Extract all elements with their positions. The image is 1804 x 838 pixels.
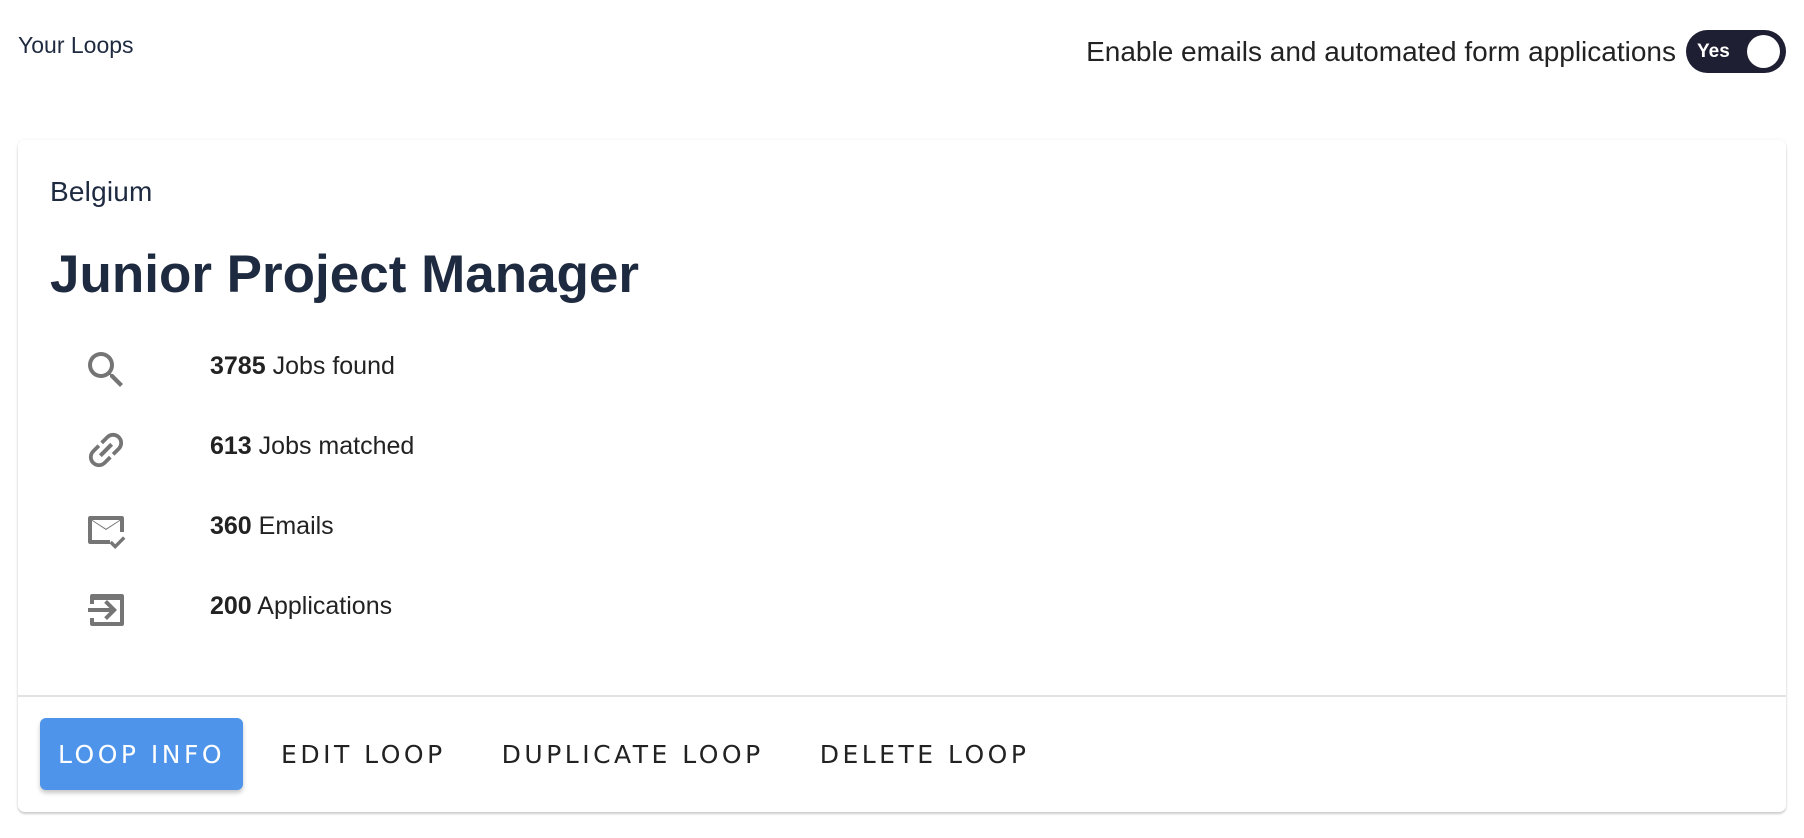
duplicate-loop-button[interactable]: Duplicate Loop xyxy=(484,718,782,790)
stat-value: 360 xyxy=(210,512,252,540)
mail-check-icon xyxy=(82,506,130,554)
stat-text: 613 Jobs matched xyxy=(210,432,414,461)
stat-value: 3785 xyxy=(210,352,266,380)
card-divider xyxy=(18,695,1786,697)
stat-label: Emails xyxy=(258,512,334,540)
loop-card-body: Belgium Junior Project Manager 3785 Jobs… xyxy=(18,140,1786,695)
loop-card: Belgium Junior Project Manager 3785 Jobs… xyxy=(18,140,1786,812)
stat-jobs-found: 3785 Jobs found xyxy=(18,340,818,390)
section-title: Your Loops xyxy=(18,32,134,58)
stat-value: 200 xyxy=(210,592,252,620)
stat-jobs-matched: 613 Jobs matched xyxy=(18,420,818,470)
stat-applications: 200 Applications xyxy=(18,580,818,630)
delete-loop-button[interactable]: Delete Loop xyxy=(802,718,1048,790)
loop-job-title: Junior Project Manager xyxy=(50,245,640,304)
search-icon xyxy=(82,346,130,394)
stat-text: 3785 Jobs found xyxy=(210,352,395,381)
stat-label: Jobs matched xyxy=(258,432,415,460)
stat-emails: 360 Emails xyxy=(18,500,818,550)
loop-actions: Loop Info Edit Loop Duplicate Loop Delet… xyxy=(40,718,1067,790)
stat-text: 360 Emails xyxy=(210,512,334,541)
stat-label: Jobs found xyxy=(272,352,395,380)
stat-text: 200 Applications xyxy=(210,592,392,621)
link-icon xyxy=(82,426,130,474)
page: Your Loops Enable emails and automated f… xyxy=(0,0,1804,838)
email-automation-setting: Enable emails and automated form applica… xyxy=(1086,30,1786,73)
toggle-knob xyxy=(1747,35,1780,68)
toggle-state-text: Yes xyxy=(1697,41,1730,62)
exit-to-app-icon xyxy=(82,586,130,634)
edit-loop-button[interactable]: Edit Loop xyxy=(263,718,464,790)
stat-value: 613 xyxy=(210,432,252,460)
loop-info-button[interactable]: Loop Info xyxy=(40,718,244,790)
email-automation-toggle[interactable]: Yes xyxy=(1686,30,1786,73)
loop-country: Belgium xyxy=(50,176,153,207)
stat-label: Applications xyxy=(257,592,393,620)
toggle-label: Enable emails and automated form applica… xyxy=(1086,35,1676,67)
